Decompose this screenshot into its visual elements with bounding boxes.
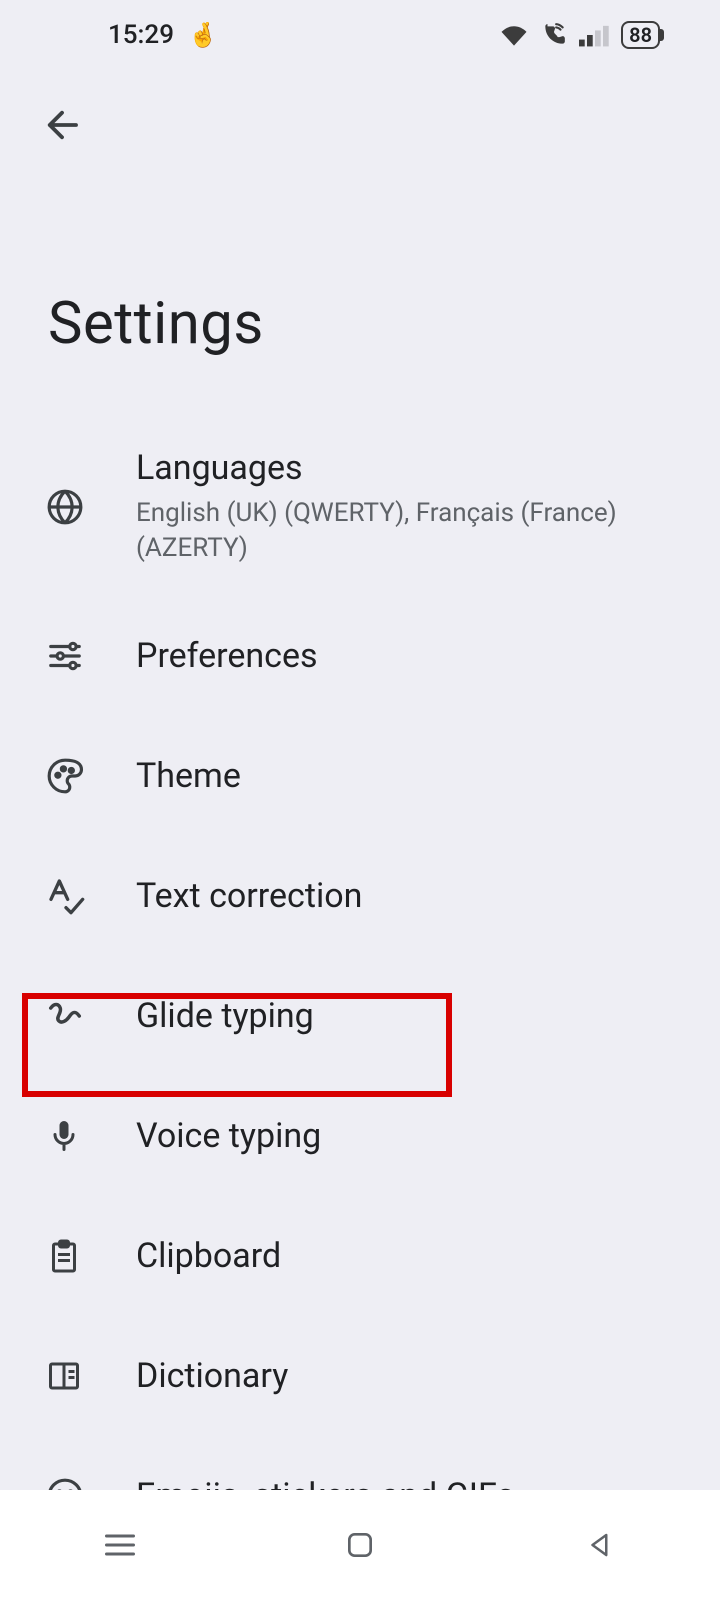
settings-item-label: Languages xyxy=(136,448,674,488)
settings-item-theme[interactable]: Theme xyxy=(0,716,720,836)
settings-list: Languages English (UK) (QWERTY), Françai… xyxy=(0,418,720,1490)
wifi-calling-icon xyxy=(539,22,569,48)
settings-item-preferences[interactable]: Preferences xyxy=(0,596,720,716)
status-emoji-icon: 🤞 xyxy=(188,21,218,49)
nav-back-button[interactable] xyxy=(530,1515,670,1575)
arrow-left-icon xyxy=(41,104,83,146)
nav-recents-button[interactable] xyxy=(50,1515,190,1575)
settings-item-sublabel: English (UK) (QWERTY), Français (France)… xyxy=(136,496,674,566)
system-nav-bar xyxy=(0,1490,720,1600)
wifi-icon xyxy=(499,23,529,47)
settings-item-text-correction[interactable]: Text correction xyxy=(0,836,720,956)
gesture-icon xyxy=(46,997,136,1035)
page-title: Settings xyxy=(0,180,720,418)
clipboard-icon xyxy=(46,1238,136,1274)
settings-item-glide-typing[interactable]: Glide typing xyxy=(0,956,720,1076)
status-right: 88 xyxy=(499,21,660,49)
settings-item-voice-typing[interactable]: Voice typing xyxy=(0,1076,720,1196)
status-time: 15:29 xyxy=(108,20,174,50)
settings-item-dictionary[interactable]: Dictionary xyxy=(0,1316,720,1436)
triangle-left-icon xyxy=(585,1530,615,1560)
square-icon xyxy=(344,1529,376,1561)
settings-item-languages[interactable]: Languages English (UK) (QWERTY), Françai… xyxy=(0,418,720,596)
status-left: 15:29 🤞 xyxy=(108,20,218,50)
globe-icon xyxy=(46,488,136,526)
settings-item-label: Clipboard xyxy=(136,1236,674,1276)
palette-icon xyxy=(46,757,136,795)
settings-item-label: Emojis, stickers and GIFs xyxy=(136,1476,674,1490)
settings-item-label: Dictionary xyxy=(136,1356,674,1396)
back-button[interactable] xyxy=(32,95,92,155)
mic-icon xyxy=(46,1118,136,1154)
settings-item-emojis[interactable]: Emojis, stickers and GIFs xyxy=(0,1436,720,1490)
settings-item-label: Preferences xyxy=(136,636,674,676)
spellcheck-icon xyxy=(46,876,136,916)
content: Settings Languages English (UK) (QWERTY)… xyxy=(0,180,720,1490)
status-bar: 15:29 🤞 88 xyxy=(0,0,720,70)
settings-item-label: Voice typing xyxy=(136,1116,674,1156)
battery-level: 88 xyxy=(629,25,652,45)
settings-item-label: Theme xyxy=(136,756,674,796)
battery-icon: 88 xyxy=(621,21,660,49)
menu-icon xyxy=(102,1531,138,1559)
cell-signal-icon xyxy=(579,23,611,47)
book-icon xyxy=(46,1358,136,1394)
settings-item-label: Text correction xyxy=(136,876,674,916)
settings-item-clipboard[interactable]: Clipboard xyxy=(0,1196,720,1316)
tune-icon xyxy=(46,637,136,675)
nav-home-button[interactable] xyxy=(290,1515,430,1575)
emoji-icon xyxy=(46,1477,136,1490)
app-bar xyxy=(0,70,720,180)
settings-item-label: Glide typing xyxy=(136,996,674,1036)
